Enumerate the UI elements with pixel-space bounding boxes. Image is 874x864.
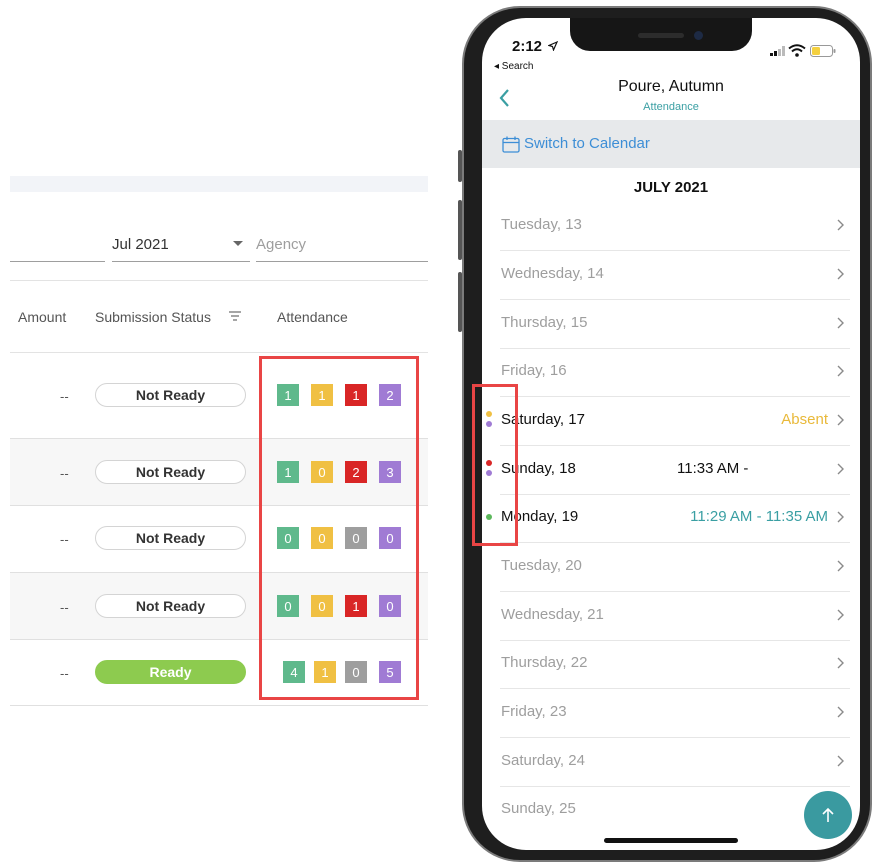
arrow-up-icon: [822, 807, 834, 822]
chevron-right-icon: [837, 219, 844, 231]
day-label: Friday, 23: [501, 703, 567, 720]
chevron-right-icon: [837, 463, 844, 475]
day-label: Wednesday, 14: [501, 265, 604, 282]
filter-icon[interactable]: [228, 310, 242, 322]
chevron-right-icon: [837, 511, 844, 523]
day-status: 11:33 AM -: [677, 460, 749, 477]
list-item[interactable]: Tuesday, 13: [500, 202, 850, 251]
attendance-highlight-frame: [259, 356, 419, 700]
chevron-right-icon: [837, 755, 844, 767]
status-time-text: 2:12: [512, 38, 543, 55]
status-label: Not Ready: [135, 598, 206, 614]
list-item[interactable]: Friday, 23: [500, 689, 850, 738]
back-to-search-link[interactable]: ◂ Search: [494, 61, 533, 72]
agency-input-underline: [256, 261, 428, 262]
list-item[interactable]: Wednesday, 21: [500, 592, 850, 641]
dots-highlight-frame: [472, 384, 518, 546]
page-subtitle: Attendance: [643, 101, 699, 113]
list-item[interactable]: Wednesday, 14: [500, 251, 850, 300]
chevron-right-icon: [837, 706, 844, 718]
day-label: Thursday, 15: [501, 314, 588, 331]
chevron-right-icon: [837, 365, 844, 377]
chevron-right-icon: [837, 317, 844, 329]
agency-placeholder: Agency: [256, 236, 307, 253]
wifi-icon: [788, 44, 806, 57]
calendar-icon: [502, 136, 520, 153]
status-badge: Not Ready: [95, 526, 246, 550]
header-top-border: [10, 280, 428, 281]
agency-input[interactable]: Agency: [256, 236, 306, 253]
page-top-bar: [10, 176, 428, 192]
col-header-submission-status[interactable]: Submission Status: [95, 309, 211, 325]
list-item[interactable]: Monday, 19 11:29 AM - 11:35 AM: [486, 494, 850, 543]
day-label: Wednesday, 21: [501, 606, 604, 623]
status-badge-ready: Ready: [95, 660, 246, 684]
chevron-right-icon: [837, 657, 844, 669]
status-label: Not Ready: [135, 387, 206, 403]
caret-down-icon[interactable]: [233, 241, 243, 246]
status-time: 2:12: [512, 38, 559, 55]
amount-cell: --: [60, 466, 69, 481]
day-status: 11:29 AM - 11:35 AM: [690, 508, 828, 525]
col-header-amount[interactable]: Amount: [18, 309, 66, 325]
amount-cell: --: [60, 532, 69, 547]
amount-cell: --: [60, 600, 69, 615]
status-label: Not Ready: [135, 530, 206, 546]
status-badge: Not Ready: [95, 594, 246, 618]
row-divider: [10, 705, 428, 706]
filter-underline: [10, 261, 105, 262]
battery-icon: [810, 45, 836, 57]
day-label: Thursday, 22: [501, 654, 588, 671]
home-indicator: [604, 838, 738, 843]
list-item[interactable]: Thursday, 22: [500, 640, 850, 689]
list-item[interactable]: Saturday, 24: [500, 738, 850, 787]
day-label: Tuesday, 13: [501, 216, 582, 233]
phone-screen: 2:12 ◂ Search Poure, Autumn Attendance S…: [482, 18, 860, 850]
list-item[interactable]: Thursday, 15: [500, 300, 850, 349]
col-header-attendance[interactable]: Attendance: [277, 309, 348, 325]
list-item[interactable]: Saturday, 17 Absent: [486, 397, 850, 446]
day-label: Tuesday, 20: [501, 557, 582, 574]
scroll-to-top-button[interactable]: [804, 791, 852, 839]
list-item[interactable]: Friday, 16: [500, 348, 850, 397]
list-item[interactable]: Tuesday, 20: [500, 543, 850, 592]
month-select-value: Jul 2021: [112, 236, 169, 253]
month-header: JULY 2021: [633, 179, 709, 196]
chevron-right-icon: [837, 268, 844, 280]
header-bottom-border: [10, 352, 428, 353]
day-status: Absent: [781, 411, 828, 428]
speaker-grille: [638, 33, 684, 38]
status-label: Ready: [149, 664, 192, 680]
page-title: Poure, Autumn: [618, 78, 724, 95]
amount-cell: --: [60, 666, 69, 681]
switch-to-calendar-button[interactable]: Switch to Calendar: [482, 120, 860, 168]
amount-cell: --: [60, 389, 69, 404]
month-select-underline: [112, 261, 250, 262]
day-label: Friday, 16: [501, 362, 567, 379]
status-badge: Not Ready: [95, 460, 246, 484]
phone-notch: [570, 18, 752, 51]
chevron-right-icon: [837, 609, 844, 621]
cellular-signal-icon: [770, 46, 785, 56]
chevron-right-icon: [837, 560, 844, 572]
list-item[interactable]: Sunday, 18 11:33 AM -: [486, 446, 850, 495]
switch-to-calendar-label: Switch to Calendar: [524, 135, 650, 152]
status-badge: Not Ready: [95, 383, 246, 407]
day-label: Sunday, 25: [501, 800, 576, 817]
camera-icon: [694, 31, 703, 40]
month-select[interactable]: Jul 2021: [112, 236, 250, 253]
day-label: Saturday, 24: [501, 752, 585, 769]
list-item[interactable]: Sunday, 25: [500, 786, 850, 835]
chevron-right-icon: [837, 414, 844, 426]
location-arrow-icon: [547, 40, 559, 52]
status-label: Not Ready: [135, 464, 206, 480]
